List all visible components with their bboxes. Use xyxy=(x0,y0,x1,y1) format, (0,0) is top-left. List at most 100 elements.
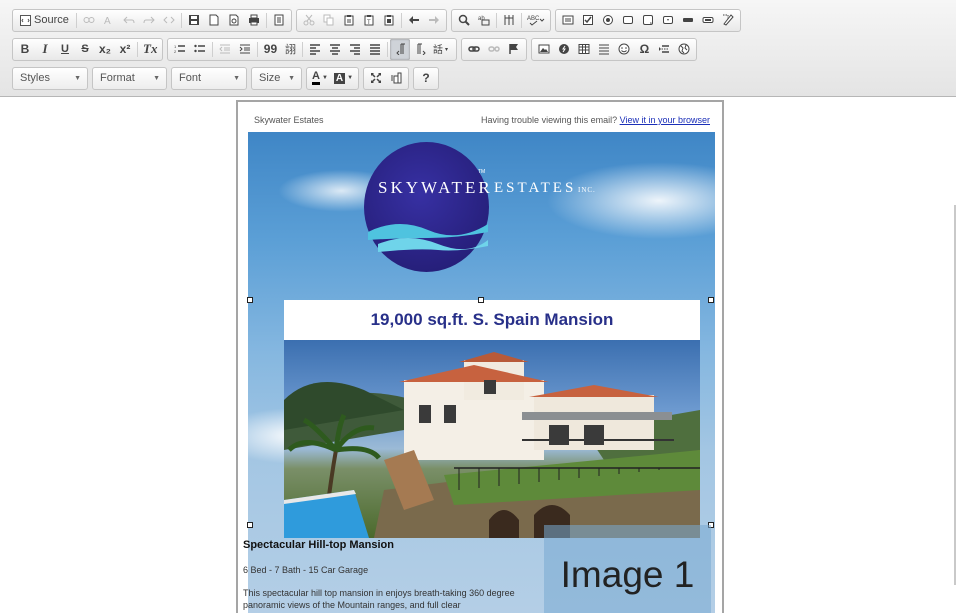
iframe-button[interactable] xyxy=(674,39,694,60)
format-combo[interactable]: Format ▼ xyxy=(92,66,167,90)
templates-button[interactable] xyxy=(269,10,289,31)
button-field-button[interactable] xyxy=(678,10,698,31)
view-in-browser-link[interactable]: View it in your browser xyxy=(620,115,710,125)
horizontal-rule-button[interactable] xyxy=(594,39,614,60)
text-color-button[interactable]: A ▼ xyxy=(309,68,331,89)
image-placeholder[interactable]: Image 1 xyxy=(544,525,711,613)
strikethrough-button[interactable]: S xyxy=(75,39,95,60)
save-button[interactable] xyxy=(184,10,204,31)
align-right-button[interactable] xyxy=(345,39,365,60)
separator xyxy=(302,41,304,57)
paste-text-button[interactable]: T xyxy=(359,10,379,31)
size-combo[interactable]: Size ▼ xyxy=(251,66,302,90)
smiley-button[interactable] xyxy=(614,39,634,60)
source-button[interactable]: Source xyxy=(15,10,74,31)
redo-arrow-button[interactable] xyxy=(424,10,444,31)
page-break-icon xyxy=(659,45,670,53)
outdent-button[interactable] xyxy=(215,39,235,60)
bold-button[interactable]: B xyxy=(15,39,35,60)
find-replace-icon xyxy=(458,14,470,26)
svg-text:2: 2 xyxy=(174,49,177,54)
underline-button[interactable]: U xyxy=(55,39,75,60)
subscript-button[interactable]: x₂ xyxy=(95,39,115,60)
align-justify-button[interactable] xyxy=(365,39,385,60)
editor-content-area[interactable]: Skywater Estates Having trouble viewing … xyxy=(0,97,956,613)
replace-button[interactable]: A xyxy=(99,10,119,31)
remove-format-button[interactable]: Tx xyxy=(140,39,160,60)
bulleted-list-icon xyxy=(194,44,206,53)
undo-arrow-button[interactable] xyxy=(404,10,424,31)
page-break-button[interactable] xyxy=(654,39,674,60)
anchor-button[interactable] xyxy=(504,39,524,60)
find-replace-button[interactable] xyxy=(454,10,474,31)
special-char-button[interactable]: Ω xyxy=(634,39,654,60)
flash-button[interactable] xyxy=(554,39,574,60)
bg-color-label: A xyxy=(333,72,346,84)
trouble-text: Having trouble viewing this email? xyxy=(481,115,618,125)
maximize-button[interactable] xyxy=(366,68,386,89)
radio-button[interactable] xyxy=(598,10,618,31)
checkbox-button[interactable] xyxy=(578,10,598,31)
resize-handle[interactable] xyxy=(247,522,253,528)
email-template[interactable]: Skywater Estates Having trouble viewing … xyxy=(236,100,724,613)
save-icon xyxy=(188,15,199,25)
undo-button[interactable] xyxy=(119,10,139,31)
separator xyxy=(495,12,497,28)
form-button[interactable] xyxy=(558,10,578,31)
align-center-button[interactable] xyxy=(325,39,345,60)
indent-icon xyxy=(240,44,251,54)
paste-button[interactable] xyxy=(339,10,359,31)
textfield-button[interactable] xyxy=(618,10,638,31)
preview-button[interactable] xyxy=(224,10,244,31)
resize-handle[interactable] xyxy=(478,297,484,303)
code-button[interactable] xyxy=(159,10,179,31)
print-button[interactable] xyxy=(244,10,264,31)
separator xyxy=(137,41,138,57)
align-left-button[interactable] xyxy=(305,39,325,60)
property-specs: 6 Bed - 7 Bath - 15 Car Garage xyxy=(243,565,369,575)
numbered-list-button[interactable]: 12 xyxy=(170,39,190,60)
redo-button[interactable] xyxy=(139,10,159,31)
image-button-button[interactable] xyxy=(698,10,718,31)
creatediv-button[interactable]: 詡 xyxy=(280,39,300,60)
resize-handle[interactable] xyxy=(708,297,714,303)
table-button[interactable] xyxy=(574,39,594,60)
unlink-button[interactable] xyxy=(484,39,504,60)
show-blocks-button[interactable] xyxy=(386,68,406,89)
select-field-button[interactable] xyxy=(658,10,678,31)
paste-icon xyxy=(344,15,354,26)
link-button[interactable] xyxy=(464,39,484,60)
copy-button[interactable] xyxy=(319,10,339,31)
text-direction-rtl-button[interactable] xyxy=(410,39,430,60)
resize-handle[interactable] xyxy=(247,297,253,303)
styles-combo[interactable]: Styles ▼ xyxy=(12,66,88,90)
textarea-button[interactable] xyxy=(638,10,658,31)
textarea-icon xyxy=(642,15,653,25)
paste-word-button[interactable] xyxy=(379,10,399,31)
mansion-photo[interactable] xyxy=(284,340,700,538)
italic-button[interactable]: I xyxy=(35,39,55,60)
bg-color-button[interactable]: A ▼ xyxy=(331,68,356,89)
help-button[interactable]: ? xyxy=(416,68,436,89)
blockquote-button[interactable]: 99 xyxy=(260,39,280,60)
indent-button[interactable] xyxy=(235,39,255,60)
cut-button[interactable] xyxy=(299,10,319,31)
bulleted-list-button[interactable] xyxy=(190,39,210,60)
headline-block[interactable]: 19,000 sq.ft. S. Spain Mansion xyxy=(284,300,700,340)
language-button[interactable]: 話 ▾ xyxy=(430,39,454,60)
separator xyxy=(387,41,389,57)
find-button[interactable] xyxy=(79,10,99,31)
scayt-button[interactable] xyxy=(499,10,519,31)
select-all-button[interactable]: ab xyxy=(474,10,494,31)
new-page-button[interactable] xyxy=(204,10,224,31)
toolbar-group-clipboard: T xyxy=(295,8,447,32)
text-direction-ltr-button[interactable] xyxy=(390,38,411,60)
spellcheck-button[interactable]: ABC xyxy=(524,10,548,31)
headline: 19,000 sq.ft. S. Spain Mansion xyxy=(370,310,614,329)
numbered-list-icon: 12 xyxy=(174,44,186,54)
font-combo[interactable]: Font ▼ xyxy=(171,66,247,90)
hidden-field-button[interactable] xyxy=(718,10,738,31)
superscript-button[interactable]: x² xyxy=(115,39,135,60)
image-button[interactable] xyxy=(534,39,554,60)
spellcheck-icon: ABC xyxy=(527,16,545,26)
